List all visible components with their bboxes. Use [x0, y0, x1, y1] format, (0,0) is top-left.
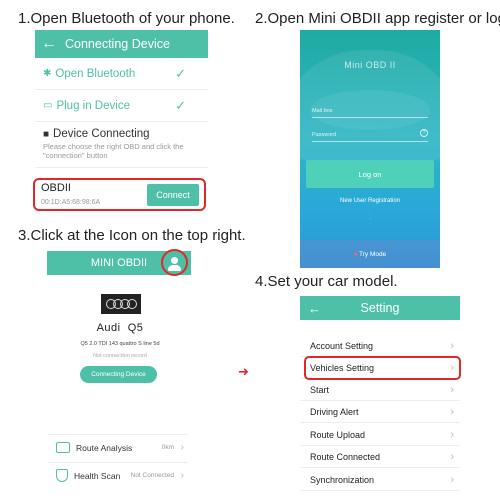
check-icon: ✓	[175, 65, 186, 81]
step-3-title: 3.Click at the Icon on the top right.	[18, 227, 246, 244]
header-title: Connecting Device	[65, 37, 170, 51]
log-on-button[interactable]: Log on	[306, 160, 434, 188]
mini-obdii-title: MINI OBDII	[90, 257, 148, 269]
car-spec: Q5 2.0 TDI 143 quattro S line 5d	[80, 341, 160, 347]
mailbox-field[interactable]: Mail box	[312, 108, 428, 118]
obd-device-item[interactable]: OBDII 00:1D:A5:68:98:6A Connect	[33, 178, 206, 211]
chevron-right-icon: ›	[450, 428, 454, 441]
setting-item-label: Driving Alert	[310, 406, 359, 417]
vehicles-setting-highlight	[304, 356, 461, 380]
step-4-title: 4.Set your car model.	[255, 273, 398, 290]
car-name: Audi Q5	[60, 322, 180, 334]
setting-item-label: Route Upload	[310, 429, 366, 440]
setting-item-account[interactable]: Account Setting ›	[300, 335, 460, 357]
app-logo: Mini OBD II	[344, 60, 396, 70]
health-scan-label: Health Scan	[74, 470, 121, 481]
audi-logo	[101, 294, 141, 314]
chevron-right-icon: ›	[450, 383, 454, 396]
map-icon	[56, 442, 70, 453]
connecting-device-button[interactable]: Connecting Device	[80, 366, 157, 383]
step-2-title: 2.Open Mini OBDII app register or login.	[255, 10, 500, 27]
connecting-device-header: ← Connecting Device	[35, 30, 208, 58]
device-connecting-title: Device Connecting	[53, 128, 150, 140]
back-arrow-icon[interactable]: ←	[308, 301, 321, 316]
open-bluetooth-row[interactable]: ✱ Open Bluetooth ✓	[35, 58, 208, 90]
car-model: Q5	[127, 322, 144, 334]
new-user-registration-link[interactable]: New User Registration	[300, 198, 440, 204]
help-icon[interactable]: ?	[420, 129, 428, 137]
car-icon: ■	[43, 128, 50, 140]
plug-in-device-label: Plug in Device	[56, 99, 130, 112]
health-scan-row[interactable]: Health Scan Not Connected ›	[48, 462, 188, 488]
chevron-right-icon: ›	[450, 405, 454, 418]
try-mode-icon: ●	[353, 250, 358, 258]
device-name: OBDII	[41, 182, 71, 194]
shield-icon	[56, 469, 68, 482]
route-analysis-label: Route Analysis	[76, 442, 133, 453]
user-profile-icon[interactable]	[161, 249, 188, 276]
connection-record: Not connection record	[93, 353, 147, 359]
chevron-right-icon: ›	[450, 339, 454, 352]
setting-item-route-connected[interactable]: Route Connected ›	[300, 446, 460, 468]
step-1-title: 1.Open Bluetooth of your phone.	[18, 10, 235, 27]
device-mac: 00:1D:A5:68:98:6A	[41, 199, 101, 206]
device-connecting-description: Please choose the right OBD and click th…	[43, 142, 184, 161]
chevron-right-icon: ›	[180, 442, 184, 453]
setting-item-start[interactable]: Start ›	[300, 379, 460, 401]
bluetooth-icon: ✱	[43, 68, 52, 79]
plug-in-device-row[interactable]: ▭ Plug in Device ✓	[35, 90, 208, 122]
try-mode-label: Try Mode	[359, 250, 387, 258]
chevron-right-icon: ›	[450, 473, 454, 486]
chevron-right-icon: ›	[180, 470, 184, 481]
open-bluetooth-label: Open Bluetooth	[55, 67, 136, 80]
route-analysis-row[interactable]: Route Analysis 0km ›	[48, 434, 188, 460]
setting-header: ← Setting	[300, 296, 460, 320]
setting-item-label: Start	[310, 384, 330, 395]
scroll-dots: · · ·	[369, 211, 371, 227]
setting-item-label: Account Setting	[310, 340, 374, 351]
device-connecting-section: ■ Device Connecting Please choose the ri…	[35, 122, 208, 168]
setting-title: Setting	[360, 301, 400, 315]
health-scan-value: Not Connected	[130, 472, 174, 479]
connect-button[interactable]: Connect	[147, 184, 199, 206]
car-brand: Audi	[96, 322, 121, 334]
try-mode-bar[interactable]: ● Try Mode	[300, 240, 440, 268]
chevron-right-icon: ›	[450, 450, 454, 463]
setting-item-label: Synchronization	[310, 474, 375, 485]
setting-item-driving-alert[interactable]: Driving Alert ›	[300, 401, 460, 423]
setting-item-route-upload[interactable]: Route Upload ›	[300, 424, 460, 446]
arrow-right-icon: ➜	[238, 364, 249, 379]
setting-item-synchronization[interactable]: Synchronization ›	[300, 469, 460, 491]
mailbox-placeholder: Mail box	[312, 108, 333, 114]
check-icon: ✓	[175, 97, 186, 113]
password-placeholder: Password	[312, 132, 337, 138]
plug-icon: ▭	[43, 100, 53, 111]
password-field[interactable]: Password ?	[312, 129, 428, 142]
setting-screen: ← Setting Account Setting › Vehicles Sett…	[300, 296, 460, 500]
login-screen: Mini OBD II Mail box Password ? Log on N…	[300, 30, 440, 268]
back-arrow-icon[interactable]: ←	[41, 36, 57, 52]
route-analysis-value: 0km	[161, 444, 174, 451]
setting-item-label: Route Connected	[310, 451, 381, 462]
